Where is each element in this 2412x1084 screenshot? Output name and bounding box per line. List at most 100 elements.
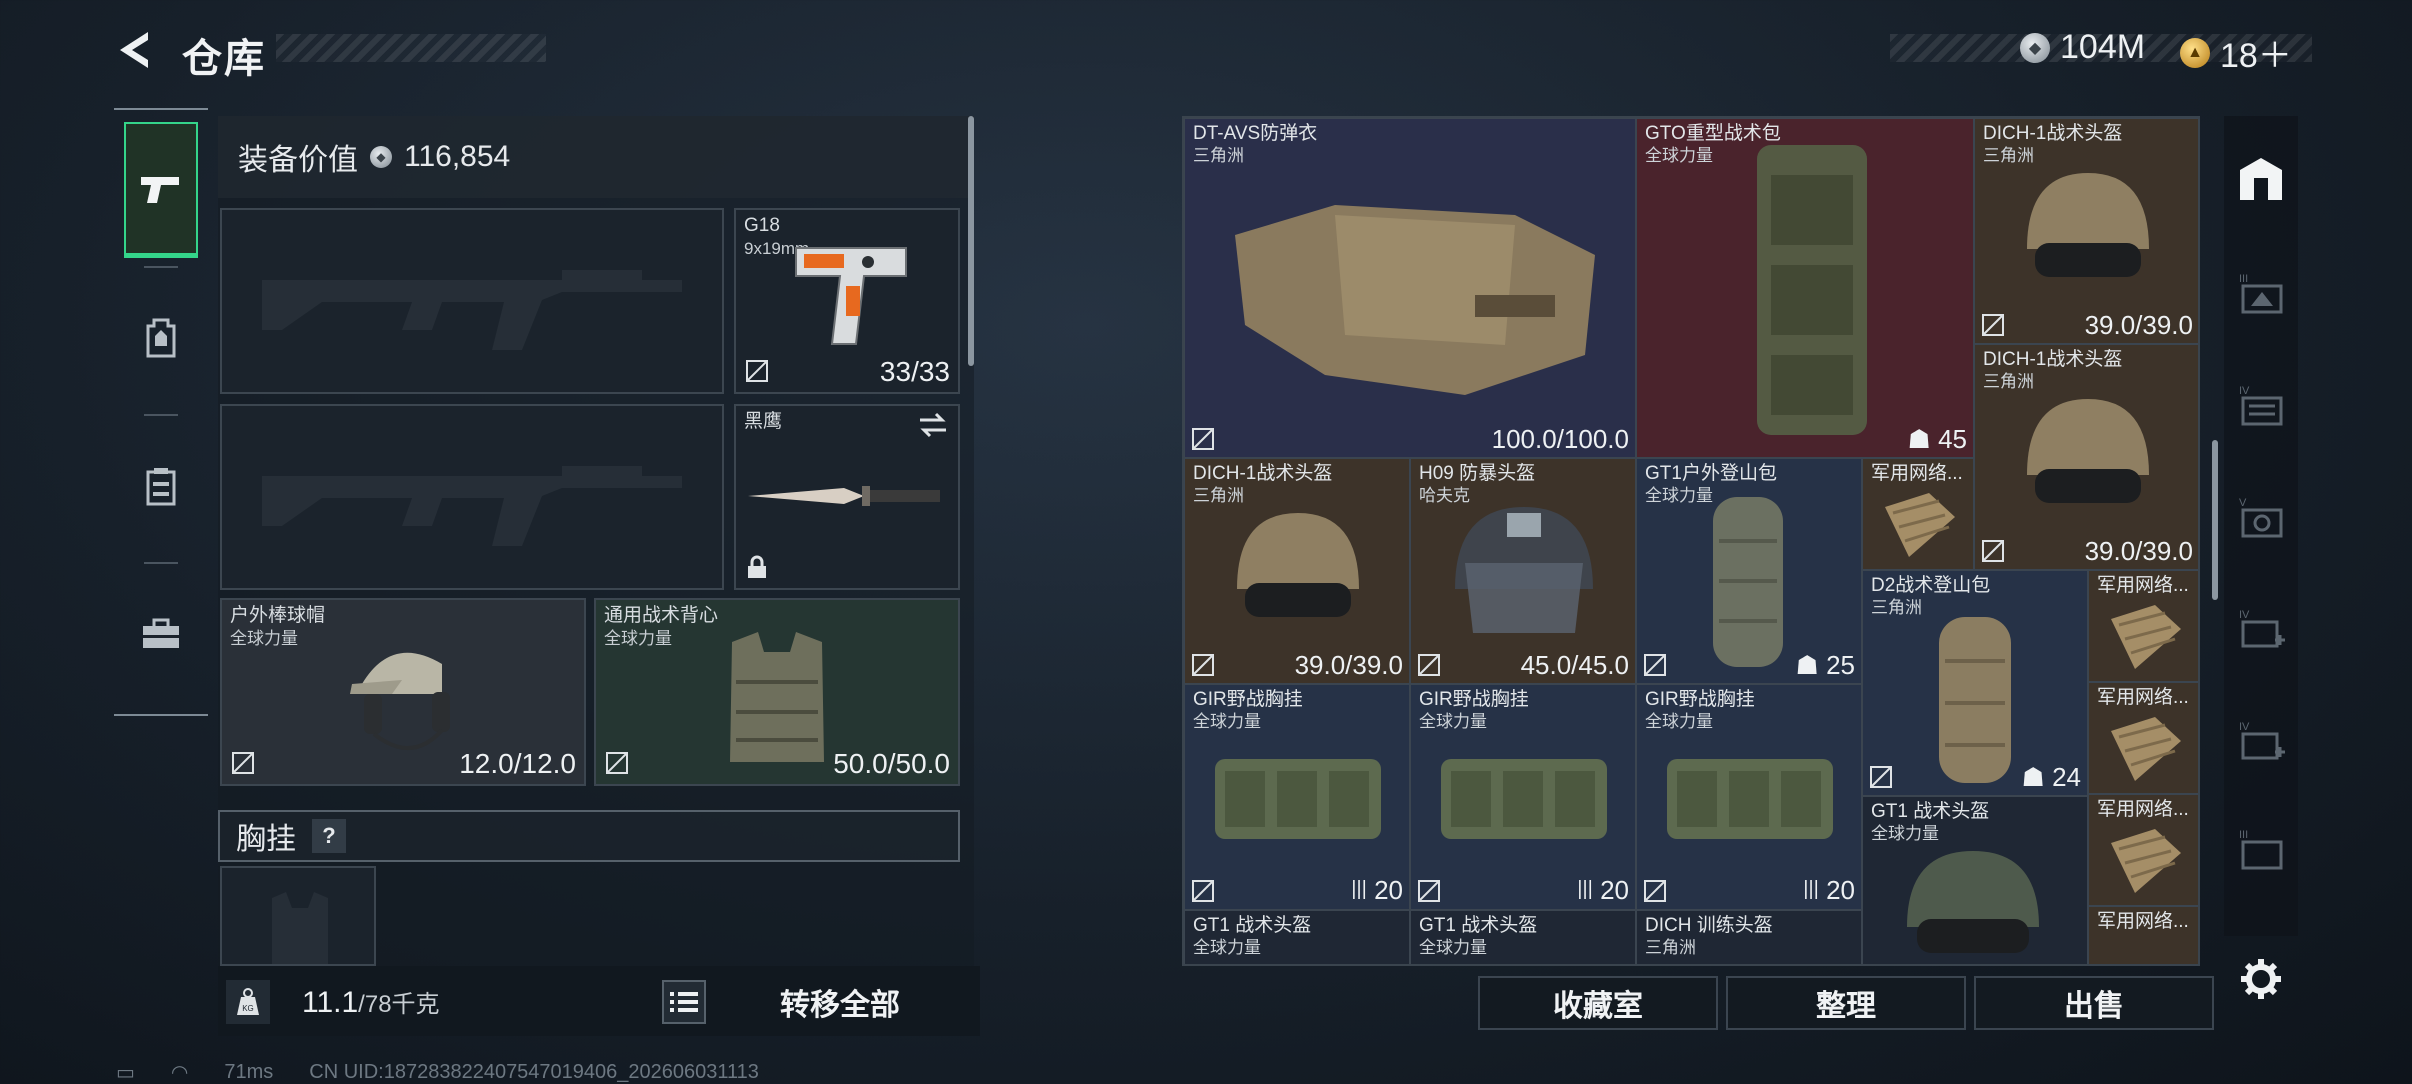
no-insure-icon [1644, 880, 1666, 902]
nav-item-rig[interactable] [124, 418, 198, 554]
chest-rig-icon [1215, 759, 1381, 839]
melee-slot[interactable]: 黑鹰 [734, 404, 960, 590]
wifi-icon: ◠ [170, 1062, 189, 1084]
melee-name: 黑鹰 [744, 411, 783, 432]
heavy-backpack-icon [1757, 145, 1867, 435]
container-tier-3-icon: III [2239, 273, 2283, 314]
svg-text:III: III [2239, 273, 2248, 285]
chest-rig-slot[interactable] [220, 866, 376, 966]
currency-gold[interactable]: ▲ 18＋ [2180, 28, 2292, 77]
baseball-cap-icon [350, 652, 450, 750]
chest-rig-icon [1667, 759, 1833, 839]
storage-tab-3[interactable]: III [2234, 266, 2288, 320]
list-icon [670, 992, 698, 1012]
inventory-item[interactable]: GT1 战术头盔 全球力量 [1410, 910, 1636, 964]
no-insure-icon [1870, 766, 1892, 788]
inventory-item[interactable]: 军用网络... [2088, 682, 2198, 794]
tactical-rig-icon [146, 468, 176, 506]
net-cloth-icon [2111, 717, 2181, 781]
net-cloth-icon [2111, 829, 2181, 893]
gold-coin-icon: ▲ [2180, 37, 2210, 68]
chest-rig-label: 胸挂 [236, 823, 296, 856]
back-button[interactable] [112, 28, 156, 72]
inventory-item[interactable]: H09 防暴头盔 哈夫克 45.0/45.0 [1410, 458, 1636, 684]
inventory-item[interactable]: DT-AVS防弹衣 三角洲 100.0/100.0 [1184, 118, 1636, 458]
primary-weapon-slot-2[interactable] [220, 404, 724, 590]
item-durability: 39.0/39.0 [2084, 310, 2193, 340]
tactical-helmet-icon [1237, 513, 1359, 617]
sort-button[interactable]: 整理 [1726, 976, 1966, 1030]
helmet-slot[interactable]: 户外棒球帽 全球力量 12.0/12.0 [220, 598, 586, 786]
svg-text:KG: KG [242, 1004, 254, 1013]
storage-tab-4b[interactable]: IV [2234, 602, 2288, 656]
nav-separator [144, 414, 178, 416]
armor-slot[interactable]: 通用战术背心 全球力量 50.0/50.0 [594, 598, 960, 786]
inventory-item[interactable]: DICH-1战术头盔 三角洲 39.0/39.0 [1184, 458, 1410, 684]
collection-room-button[interactable]: 收藏室 [1478, 976, 1718, 1030]
tactical-vest-icon [730, 632, 824, 762]
equipment-value: 116,854 [404, 140, 511, 173]
helmet-durability: 12.0/12.0 [459, 748, 576, 779]
item-durability: 45.0/45.0 [1520, 650, 1629, 680]
gear-icon [2241, 959, 2281, 999]
no-insure-icon [1418, 880, 1440, 902]
svg-text:V: V [2239, 497, 2247, 509]
inventory-item[interactable]: DICH-1战术头盔 三角洲 39.0/39.0 [1974, 118, 2198, 344]
help-icon[interactable]: ? [312, 819, 346, 853]
inventory-item[interactable]: 军用网络... [2088, 906, 2198, 964]
inventory-item[interactable]: GIR野战胸挂 全球力量 ꔖ 20 [1636, 684, 1862, 910]
sell-button[interactable]: 出售 [1974, 976, 2214, 1030]
inventory-item[interactable]: GT1 战术头盔 全球力量 [1184, 910, 1410, 964]
inventory-item[interactable]: GT1 战术头盔 全球力量 [1862, 796, 2088, 964]
storage-tab-5[interactable]: V [2234, 490, 2288, 544]
inventory-item[interactable]: 军用网络... [1862, 458, 1974, 570]
inventory-item[interactable]: D2战术登山包 三角洲 ☗ 24 [1862, 570, 2088, 796]
primary-weapon-slot-1[interactable] [220, 208, 724, 394]
inventory-item[interactable]: GIR野战胸挂 全球力量 ꔖ 20 [1410, 684, 1636, 910]
storage-tab-4a[interactable]: IV [2234, 378, 2288, 432]
inventory-item[interactable]: DICH-1战术头盔 三角洲 39.0/39.0 [1974, 344, 2198, 570]
battery-icon: ▭ [116, 1062, 135, 1084]
ping-value: 71ms [224, 1061, 274, 1083]
status-bar: ▭ ◠ 71ms CN UID:18728382240754701​9406_2… [116, 1060, 759, 1084]
silver-coin-icon: ◆ [2020, 32, 2050, 63]
storage-tab-3b[interactable]: III [2234, 822, 2288, 876]
list-view-button[interactable] [662, 980, 706, 1024]
equipment-value-label: 装备价值 [238, 144, 358, 177]
weight-icon: KG [226, 980, 270, 1024]
silver-coin-icon: ◆ [370, 146, 392, 168]
swap-icon[interactable] [918, 412, 948, 438]
inventory-item[interactable]: DICH 训练头盔 三角洲 [1636, 910, 1862, 964]
inventory-item[interactable]: GT1户外登山包 全球力量 ☗ 25 [1636, 458, 1862, 684]
transfer-all-button[interactable]: 转移全部 [720, 970, 960, 1034]
item-durability: 39.0/39.0 [1294, 650, 1403, 680]
knife-icon [748, 486, 940, 506]
settings-button[interactable] [2234, 952, 2288, 1006]
rifle-silhouette-icon [262, 466, 682, 546]
no-insure-icon [1644, 654, 1666, 676]
storage-tab-4c[interactable]: IV [2234, 714, 2288, 768]
inventory-item[interactable]: GIR野战胸挂 全球力量 ꔖ 20 [1184, 684, 1410, 910]
chest-rig-silhouette-icon [272, 892, 328, 964]
pistol-slot[interactable]: G18 9x19mm 33/33 [734, 208, 960, 394]
equipment-scrollbar[interactable] [968, 116, 974, 366]
inventory-item[interactable]: GTO重型战术包 全球力量 ☗ 45 [1636, 118, 1974, 458]
currency-silver[interactable]: ◆ 104M [2020, 28, 2145, 67]
chest-rig-header: 胸挂 ? [218, 810, 960, 862]
nav-item-backpack[interactable] [124, 270, 198, 406]
no-insure-icon [1418, 654, 1440, 676]
container-tier-4-icon: IV [2239, 385, 2283, 426]
inventory-scrollbar[interactable] [2212, 440, 2218, 600]
nav-item-toolbox[interactable] [124, 566, 198, 702]
svg-text:IV: IV [2239, 721, 2250, 733]
no-insure-icon [1192, 654, 1214, 676]
storage-tab-all[interactable] [2234, 152, 2288, 206]
nav-item-weapons[interactable] [124, 122, 198, 258]
inventory-item[interactable]: 军用网络... [2088, 570, 2198, 682]
item-durability: 100.0/100.0 [1491, 424, 1629, 454]
inventory-item[interactable]: 军用网络... [2088, 794, 2198, 906]
net-cloth-icon [2111, 605, 2181, 669]
body-armor-icon [1235, 205, 1595, 395]
item-capacity: ꔖ 20 [1351, 875, 1403, 905]
back-arrow-icon [120, 32, 148, 68]
